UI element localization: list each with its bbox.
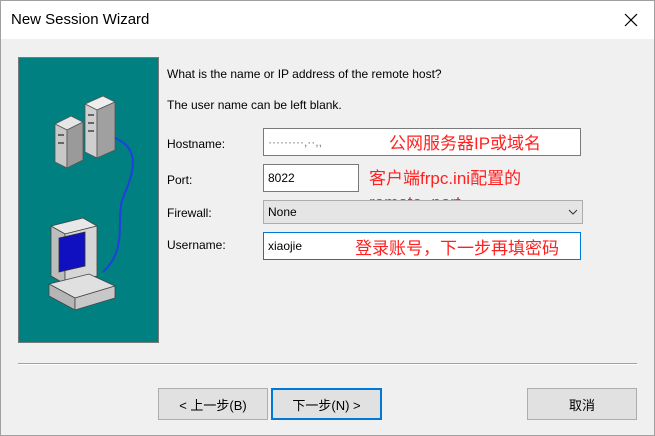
port-label: Port: bbox=[167, 173, 193, 187]
hostname-value: ·········,··,, bbox=[268, 135, 322, 149]
port-field[interactable]: 8022 bbox=[263, 164, 359, 192]
computer-icon bbox=[47, 217, 117, 311]
server-icon bbox=[54, 95, 116, 169]
firewall-label: Firewall: bbox=[167, 206, 212, 220]
network-illustration bbox=[47, 95, 134, 311]
divider bbox=[18, 363, 637, 365]
username-label: Username: bbox=[167, 238, 226, 252]
back-button[interactable]: < 上一步(B) bbox=[158, 388, 268, 420]
cancel-button[interactable]: 取消 bbox=[527, 388, 637, 420]
port-value: 8022 bbox=[268, 171, 295, 185]
chevron-down-icon bbox=[568, 209, 578, 215]
hostname-label: Hostname: bbox=[167, 137, 226, 151]
title-bar[interactable]: New Session Wizard bbox=[1, 1, 654, 39]
hostname-annotation: 公网服务器IP或域名 bbox=[389, 134, 542, 153]
port-annotation-line1: 客户端frpc.ini配置的 bbox=[369, 169, 522, 188]
username-annotation: 登录账号，下一步再填密码 bbox=[355, 239, 559, 258]
window-title: New Session Wizard bbox=[11, 11, 150, 28]
instruction-text: What is the name or IP address of the re… bbox=[167, 67, 442, 81]
wizard-illustration bbox=[18, 57, 159, 343]
username-value: xiaojie bbox=[268, 239, 303, 253]
wizard-window: New Session Wizard What is the name or I… bbox=[0, 0, 655, 436]
close-button[interactable] bbox=[608, 1, 654, 39]
close-icon bbox=[624, 13, 638, 27]
next-button[interactable]: 下一步(N) > bbox=[271, 388, 382, 420]
instruction-subtext: The user name can be left blank. bbox=[167, 98, 342, 112]
firewall-select[interactable]: None bbox=[263, 200, 583, 224]
firewall-value: None bbox=[268, 205, 297, 219]
